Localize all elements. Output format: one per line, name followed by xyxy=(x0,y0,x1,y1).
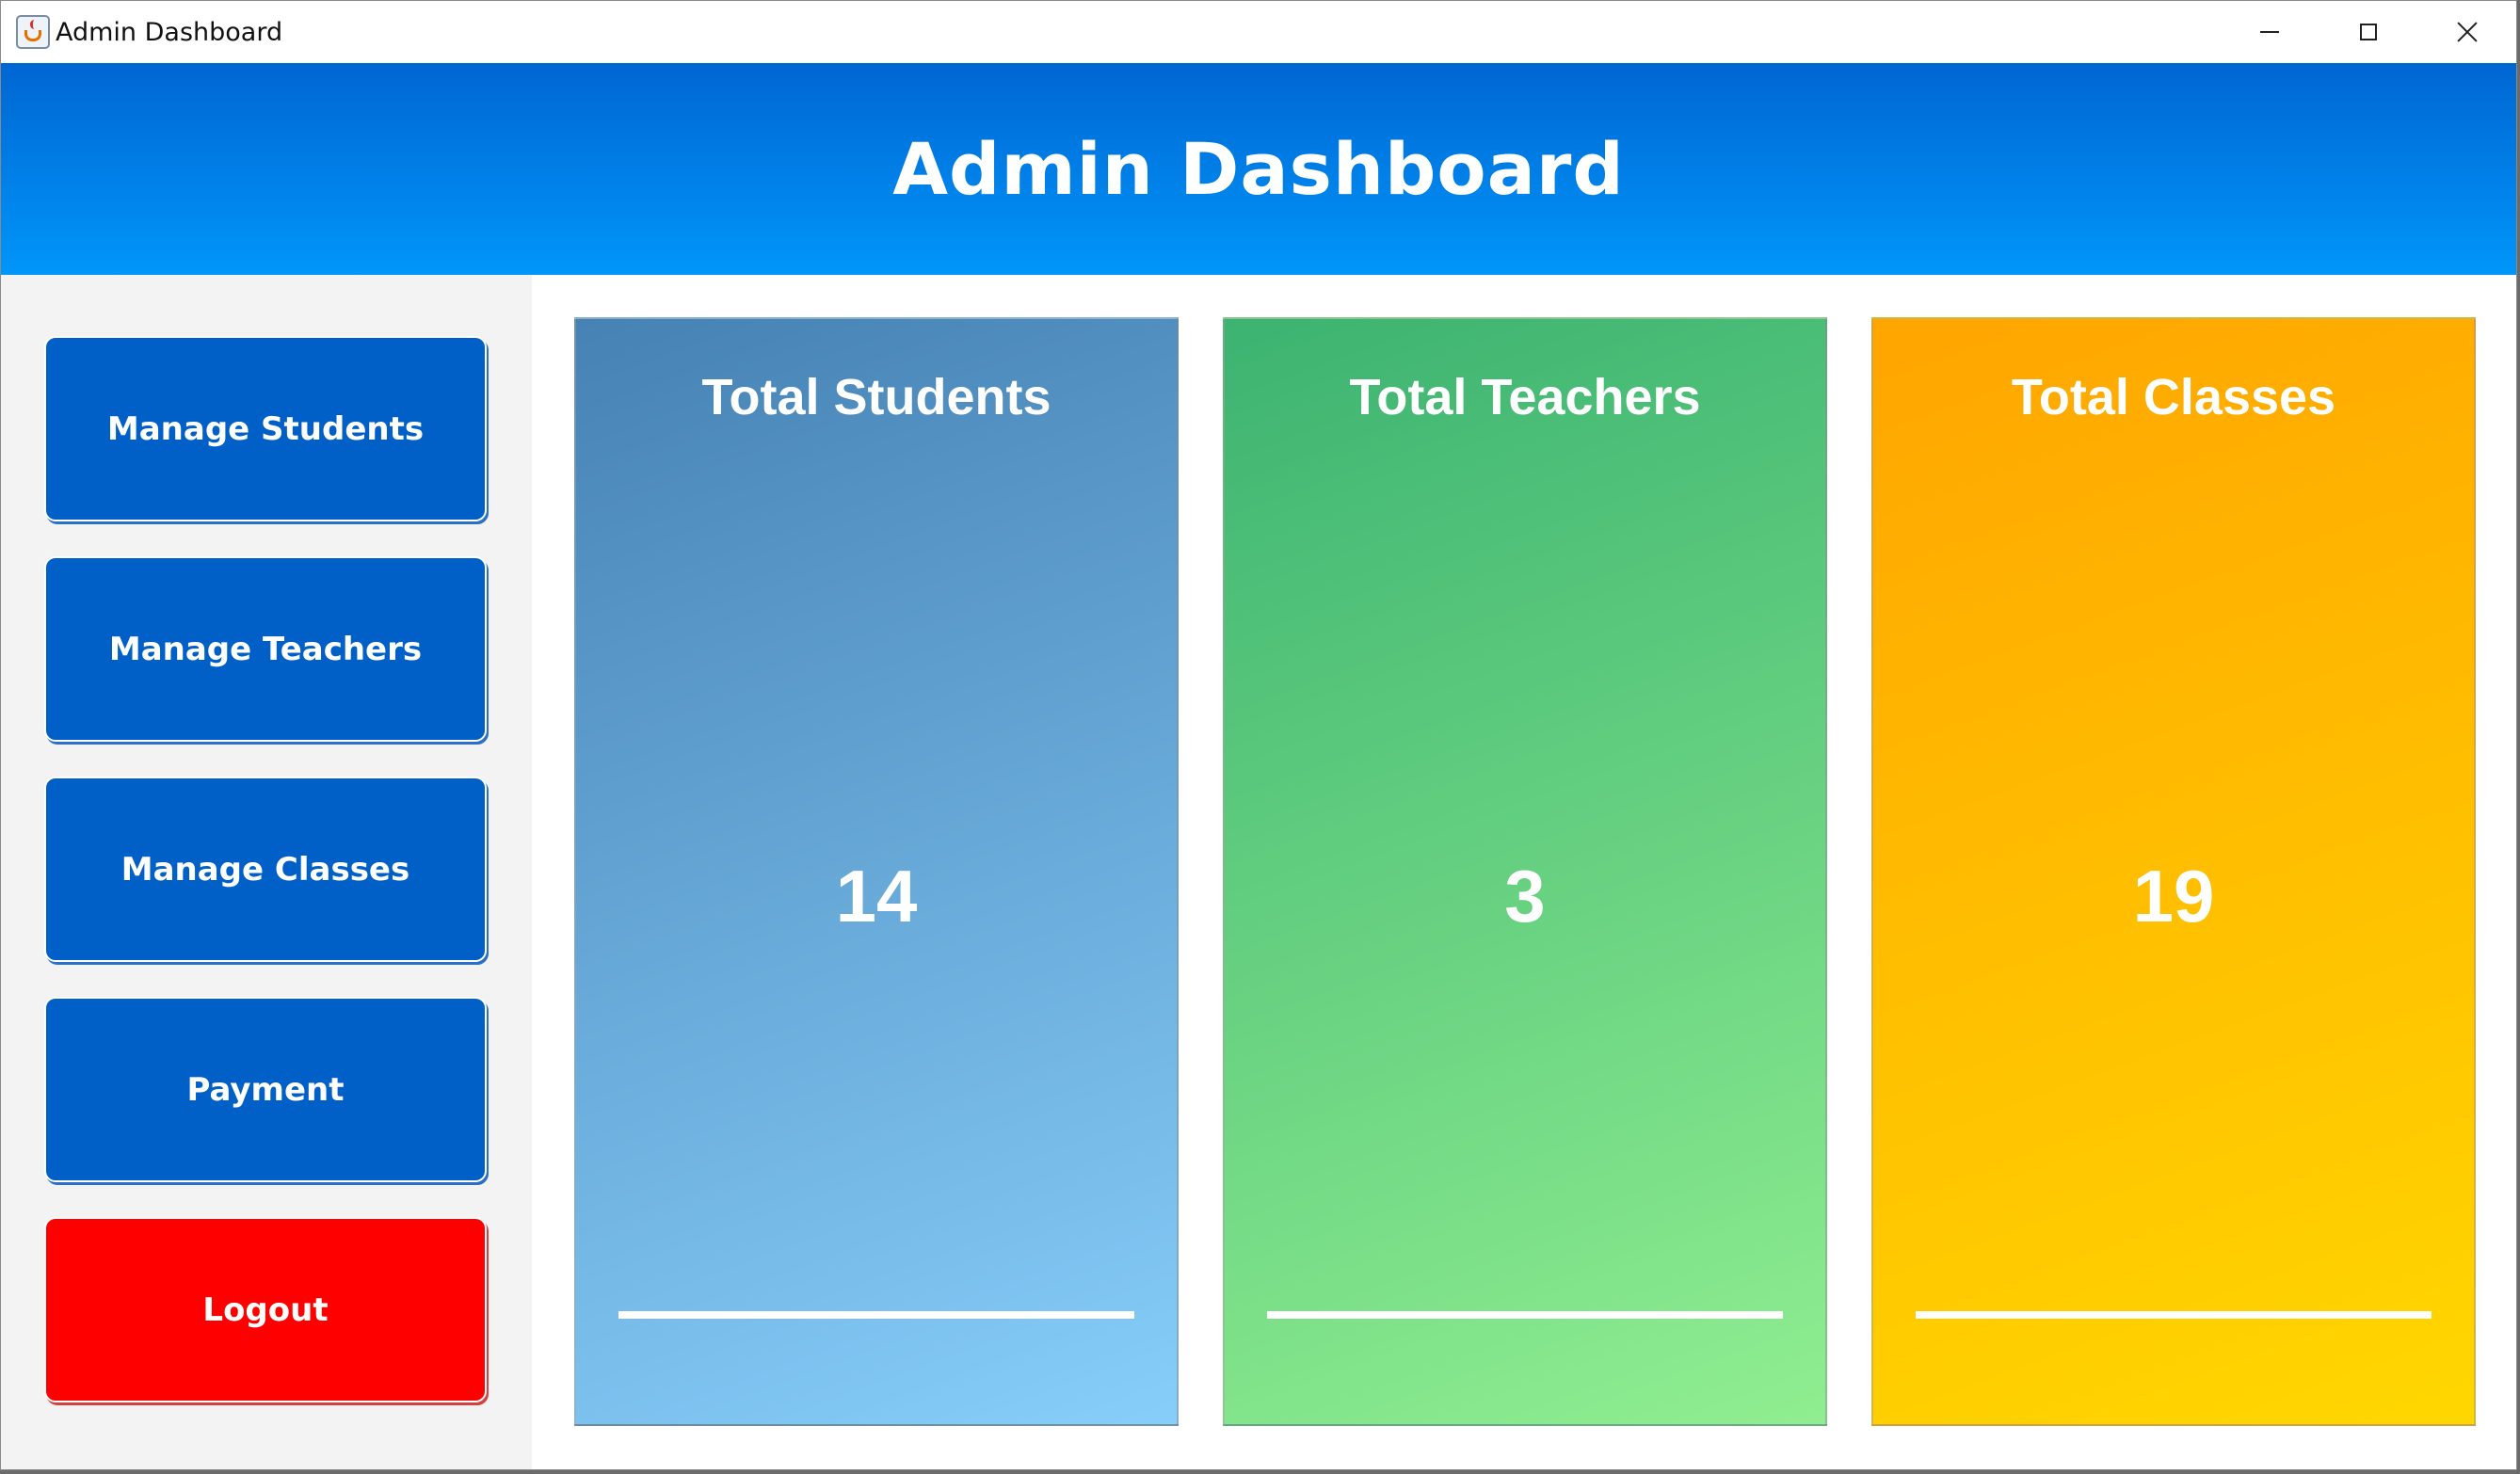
card-underline xyxy=(618,1311,1134,1319)
close-button[interactable] xyxy=(2417,1,2516,63)
java-cup-icon xyxy=(16,15,50,49)
card-title: Total Students xyxy=(701,369,1051,425)
app-window: Admin Dashboard Admin Dashboard Manage S… xyxy=(0,0,2517,1470)
maximize-button[interactable] xyxy=(2319,1,2417,63)
manage-classes-button[interactable]: Manage Classes xyxy=(44,777,487,962)
manage-students-button[interactable]: Manage Students xyxy=(44,336,487,521)
page-title: Admin Dashboard xyxy=(892,127,1625,211)
total-students-card: Total Students 14 xyxy=(574,317,1179,1426)
window-controls xyxy=(2220,1,2516,63)
maximize-icon xyxy=(2359,24,2377,40)
window-title: Admin Dashboard xyxy=(56,17,283,47)
total-teachers-card: Total Teachers 3 xyxy=(1223,317,1827,1426)
payment-button[interactable]: Payment xyxy=(44,997,487,1182)
card-value: 14 xyxy=(835,855,918,937)
total-classes-card: Total Classes 19 xyxy=(1871,317,2476,1426)
sidebar: Manage Students Manage Teachers Manage C… xyxy=(1,275,532,1469)
close-icon xyxy=(2456,21,2479,43)
stats-area: Total Students 14 Total Teachers 3 Total… xyxy=(532,275,2516,1469)
card-title: Total Teachers xyxy=(1349,369,1701,425)
card-underline xyxy=(1916,1311,2432,1319)
title-bar[interactable]: Admin Dashboard xyxy=(1,1,2516,63)
logout-button[interactable]: Logout xyxy=(44,1217,487,1402)
card-underline xyxy=(1267,1311,1783,1319)
minimize-icon xyxy=(2259,31,2279,33)
dashboard-header: Admin Dashboard xyxy=(1,63,2516,275)
card-value: 19 xyxy=(2132,855,2215,937)
manage-teachers-button[interactable]: Manage Teachers xyxy=(44,556,487,742)
card-value: 3 xyxy=(1504,855,1546,937)
card-title: Total Classes xyxy=(2011,369,2336,425)
minimize-button[interactable] xyxy=(2220,1,2319,63)
